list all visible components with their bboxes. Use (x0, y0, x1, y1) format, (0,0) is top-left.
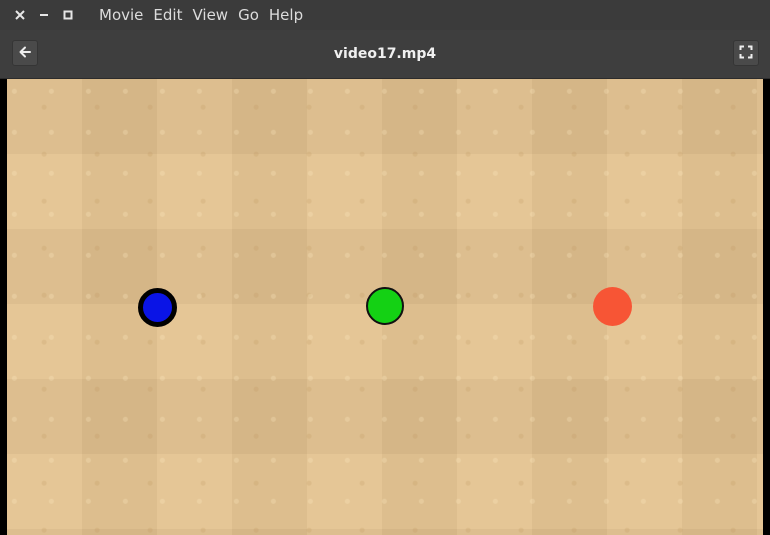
video-area[interactable] (0, 79, 770, 535)
menu-item-view[interactable]: View (187, 0, 233, 30)
fullscreen-button[interactable] (733, 40, 759, 66)
menu-item-go[interactable]: Go (233, 0, 264, 30)
maximize-icon[interactable] (56, 0, 80, 30)
menu-bar: Movie Edit View Go Help (0, 0, 770, 30)
menu-item-edit[interactable]: Edit (148, 0, 187, 30)
back-button[interactable] (12, 40, 38, 66)
fullscreen-icon (739, 44, 753, 63)
menu-item-movie[interactable]: Movie (94, 0, 148, 30)
blue-ball (138, 288, 177, 327)
video-player-window: Movie Edit View Go Help video17.mp4 (0, 0, 770, 535)
arrow-left-icon (18, 44, 32, 63)
menu-item-help[interactable]: Help (264, 0, 308, 30)
window-title: video17.mp4 (333, 46, 437, 62)
close-icon[interactable] (8, 0, 32, 30)
window-controls (8, 0, 80, 30)
red-ball (593, 287, 632, 326)
video-frame-sand-background[interactable] (7, 79, 763, 535)
minimize-icon[interactable] (32, 0, 56, 30)
header-bar: video17.mp4 (0, 30, 770, 79)
green-ball (366, 287, 404, 325)
